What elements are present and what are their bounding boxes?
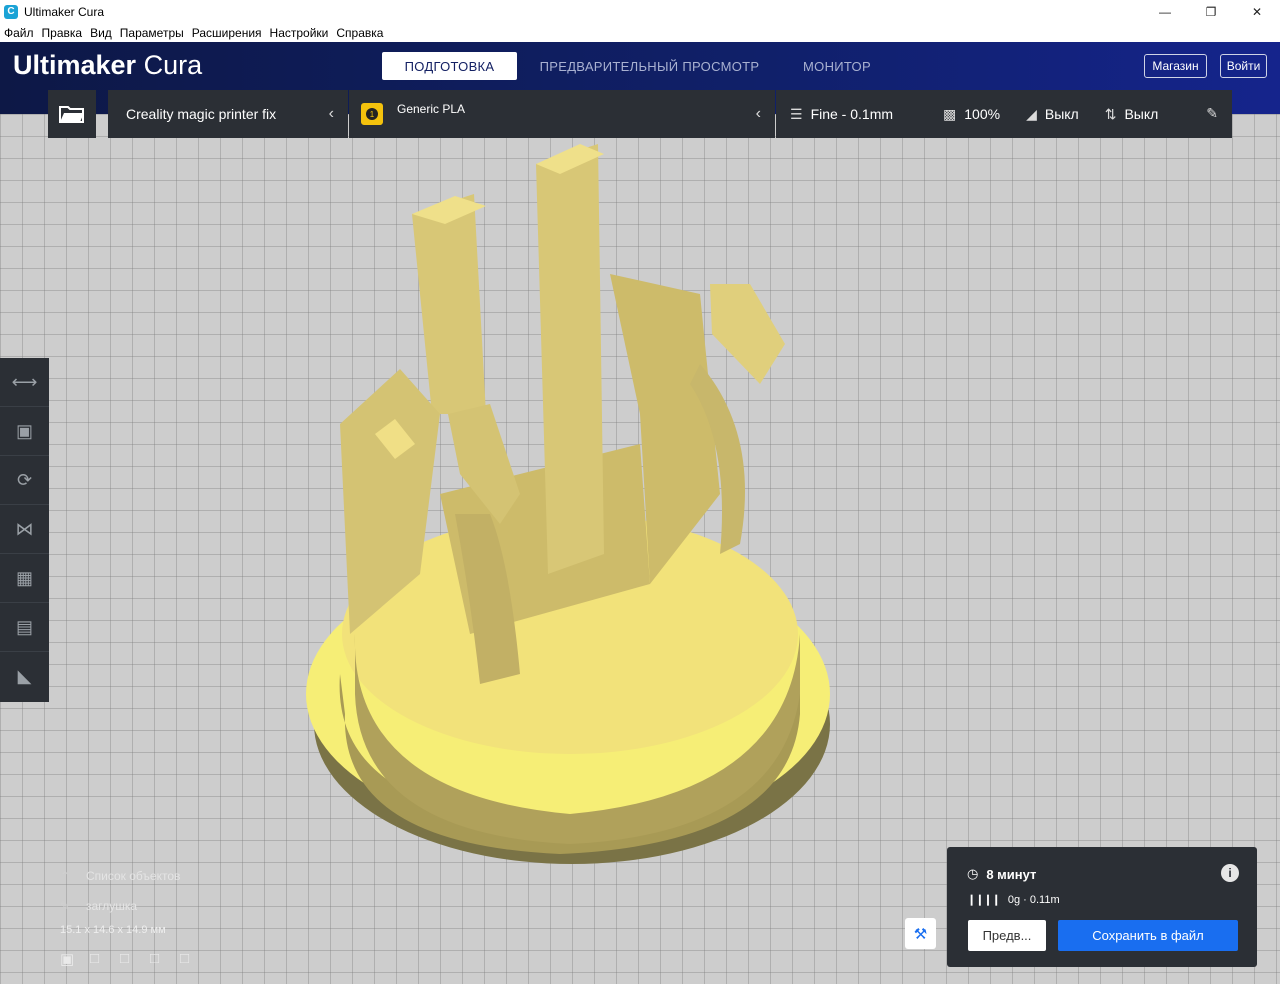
- logo-bold: Ultimaker: [13, 50, 137, 80]
- object-row[interactable]: ✎ заглушка: [60, 896, 210, 916]
- tab-prepare[interactable]: ПОДГОТОВКА: [382, 52, 517, 80]
- printer-name: Creality magic printer fix: [126, 106, 277, 122]
- menu-file[interactable]: Файл: [4, 26, 34, 40]
- view-front-icon[interactable]: □: [90, 950, 120, 968]
- clock-icon: ◷: [967, 866, 979, 881]
- open-file-button[interactable]: [48, 90, 96, 138]
- pencil-icon: ✎: [60, 899, 71, 913]
- infill-value: 100%: [964, 106, 1001, 122]
- tool-strip: ⟷ ▣ ⟳ ⋈ ▦ ▤ ◣: [0, 358, 49, 702]
- rotate-tool-icon[interactable]: ⟳: [0, 456, 49, 505]
- extruder-number: 1: [366, 108, 378, 120]
- material-usage-value: 0g · 0.11m: [1007, 893, 1060, 906]
- extruder-badge-icon: 1: [361, 103, 383, 125]
- object-list-title: Список объектов: [86, 869, 181, 883]
- scale-tool-icon[interactable]: ▣: [0, 407, 49, 456]
- window-titlebar: C Ultimaker Cura — ❐ ✕: [0, 0, 1280, 23]
- menu-view[interactable]: Вид: [90, 26, 112, 40]
- move-tool-icon[interactable]: ⟷: [0, 358, 49, 407]
- login-button[interactable]: Войти: [1220, 54, 1267, 78]
- info-icon[interactable]: i: [1221, 864, 1239, 882]
- profile-name: Fine - 0.1mm: [810, 106, 894, 122]
- view-right-icon[interactable]: □: [180, 950, 210, 968]
- support-icon: ◢: [1026, 105, 1037, 122]
- object-dimensions: 15.1 x 14.6 x 14.9 мм: [60, 924, 166, 936]
- print-settings-selector[interactable]: ☰ Fine - 0.1mm ▩ 100% ◢ Выкл ⇅ Выкл ✎: [776, 90, 1232, 138]
- support-value: Выкл: [1044, 106, 1079, 122]
- menu-help[interactable]: Справка: [336, 26, 383, 40]
- window-controls: — ❐ ✕: [1142, 0, 1280, 23]
- save-to-file-button[interactable]: Сохранить в файл: [1058, 920, 1238, 951]
- camera-view-buttons: ▣ □ □ □ □: [60, 950, 210, 968]
- material-selector[interactable]: 1 Generic PLA ‹: [349, 90, 775, 138]
- mirror-tool-icon[interactable]: ⋈: [0, 505, 49, 554]
- layer-tool-icon[interactable]: ◣: [0, 652, 49, 701]
- printer-selector[interactable]: Creality magic printer fix ‹: [108, 90, 348, 138]
- cura-logo-icon: C: [4, 4, 18, 19]
- material-usage: ❙❙❙❙ 0g · 0.11m: [967, 893, 1060, 907]
- menu-parameters[interactable]: Параметры: [120, 26, 184, 40]
- object-list-toggle[interactable]: ⌃ Список объектов: [60, 866, 210, 886]
- menu-settings[interactable]: Настройки: [270, 26, 329, 40]
- chevron-left-icon: ‹: [755, 105, 761, 122]
- object-list: ⌃ Список объектов ✎ заглушка 15.1 x 14.6…: [60, 866, 210, 968]
- menu-edit[interactable]: Правка: [42, 26, 83, 40]
- stage-tabs: ПОДГОТОВКА ПРЕДВАРИТЕЛЬНЫЙ ПРОСМОТР МОНИ…: [382, 52, 892, 80]
- model-left-tower: [412, 194, 486, 414]
- chevron-left-icon: ‹: [328, 105, 334, 122]
- view-left-icon[interactable]: □: [150, 950, 180, 968]
- print-time-value: 8 минут: [986, 866, 1037, 882]
- window-title: Ultimaker Cura: [24, 4, 105, 19]
- model-center-tower: [536, 144, 604, 574]
- model-right-wedge: [710, 284, 785, 384]
- infill-icon: ▩: [943, 105, 957, 122]
- view-top-icon[interactable]: □: [120, 950, 150, 968]
- menu-extensions[interactable]: Расширения: [192, 26, 262, 40]
- view-3d-icon[interactable]: ▣: [60, 950, 90, 968]
- folder-icon: [59, 106, 84, 123]
- object-name: заглушка: [86, 899, 138, 913]
- minimize-icon[interactable]: —: [1142, 0, 1188, 23]
- restore-icon[interactable]: ❐: [1188, 0, 1234, 23]
- print-time: ◷ 8 минут: [967, 866, 1036, 882]
- tools-icon[interactable]: ⚒: [905, 918, 936, 949]
- chevron-up-icon: ⌃: [60, 869, 71, 883]
- pencil-icon[interactable]: ✎: [1206, 105, 1218, 122]
- tab-monitor[interactable]: МОНИТОР: [782, 52, 892, 80]
- adhesion-icon: ⇅: [1104, 105, 1117, 122]
- per-model-settings-icon[interactable]: ▦: [0, 554, 49, 603]
- preview-button[interactable]: Предв...: [968, 920, 1046, 951]
- marketplace-button[interactable]: Магазин: [1144, 54, 1207, 78]
- adhesion-value: Выкл: [1124, 106, 1159, 122]
- profile-icon: ☰: [790, 105, 803, 122]
- close-icon[interactable]: ✕: [1234, 0, 1280, 23]
- menu-bar: Файл Правка Вид Параметры Расширения Нас…: [0, 23, 1280, 42]
- filament-icon: ❙❙❙❙: [967, 894, 1001, 906]
- logo-light: Cura: [143, 50, 203, 80]
- support-blocker-icon[interactable]: ▤: [0, 603, 49, 652]
- app-logo: Ultimaker Cura: [13, 50, 202, 81]
- print-output-panel: ◷ 8 минут ❙❙❙❙ 0g · 0.11m i Предв... Сох…: [947, 847, 1257, 967]
- material-name: Generic PLA: [397, 102, 466, 116]
- tab-preview[interactable]: ПРЕДВАРИТЕЛЬНЫЙ ПРОСМОТР: [517, 52, 782, 80]
